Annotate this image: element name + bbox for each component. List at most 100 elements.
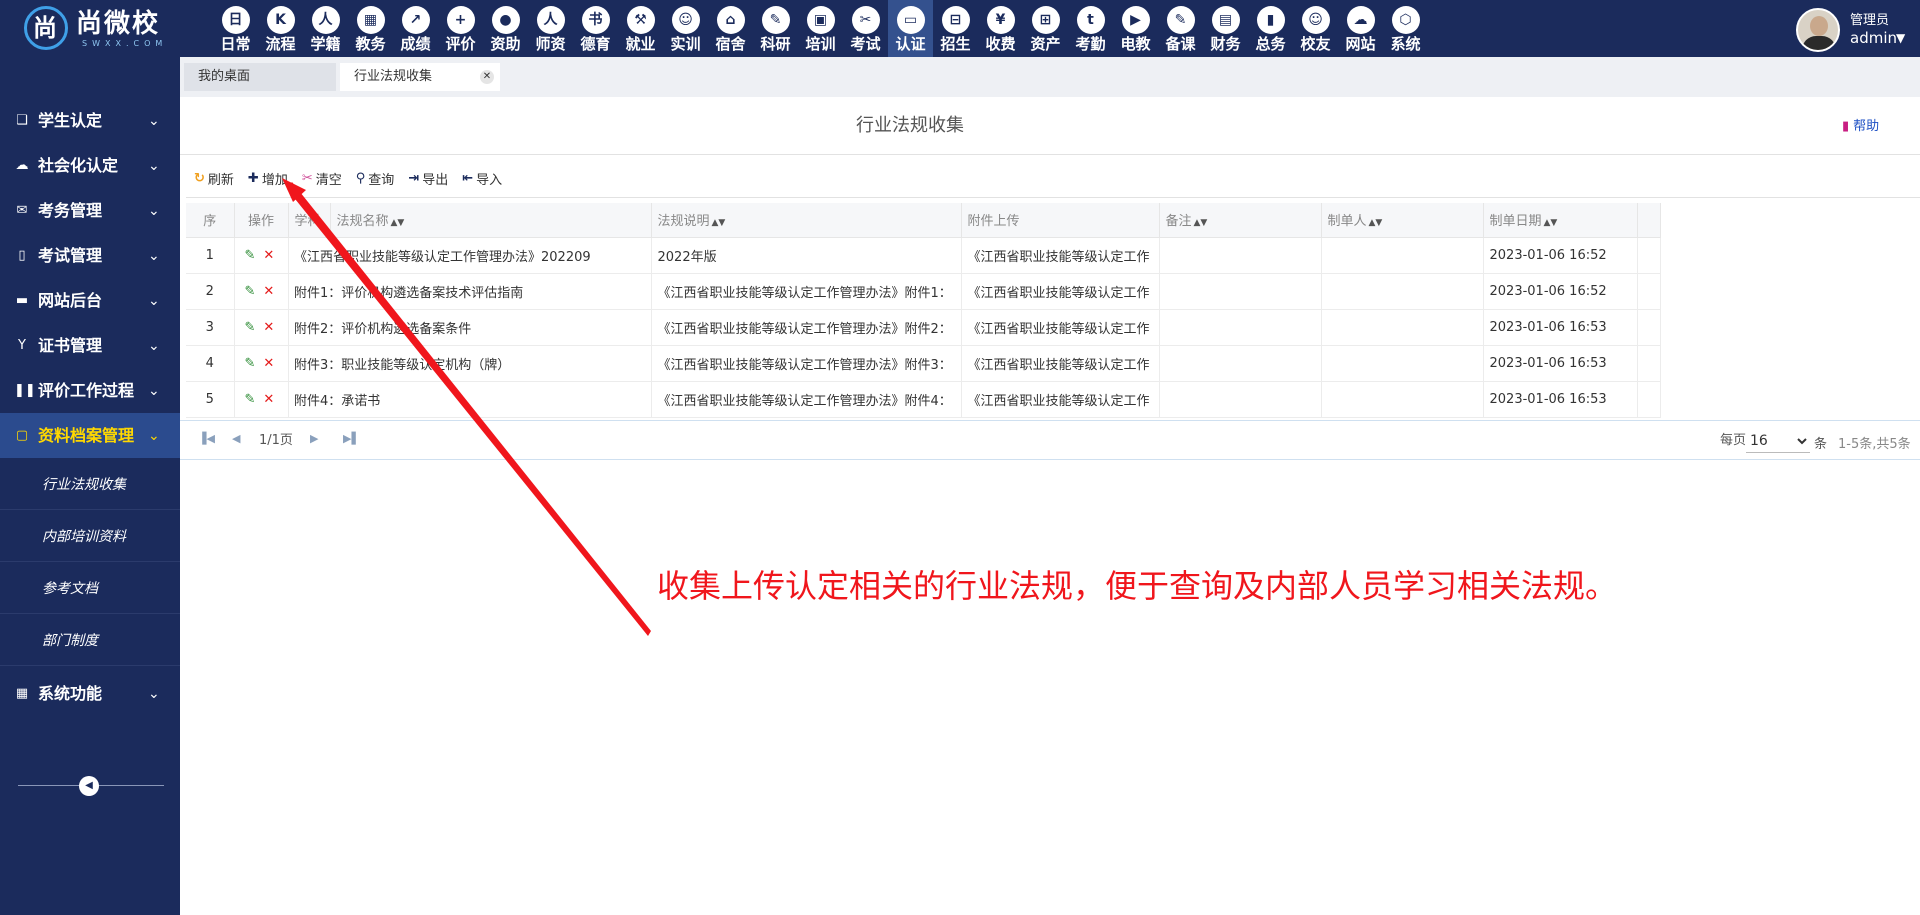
export-button[interactable]: ⇥ 导出: [408, 169, 448, 188]
tab-desktop[interactable]: 我的桌面: [184, 63, 336, 91]
avatar[interactable]: [1796, 8, 1840, 52]
caret-down-icon[interactable]: ▼: [1896, 29, 1905, 47]
column-header-desc[interactable]: 法规说明 ▲▼: [651, 203, 962, 238]
add-button[interactable]: ✚ 增加: [248, 169, 288, 188]
module-icon: 书: [581, 6, 610, 34]
delete-icon[interactable]: ✕: [263, 320, 274, 335]
table-row[interactable]: 1 ✎ ✕ 《江西省职业技能等级认定工作管理办法》202209 2022年版 《江西省职业…: [186, 237, 1914, 274]
module-16[interactable]: ⊟ 招生: [933, 0, 978, 57]
edit-icon[interactable]: ✎: [245, 356, 256, 371]
sidebar-subitem-regulations[interactable]: 行业法规收集: [0, 458, 180, 510]
cell-remark: [1159, 273, 1322, 310]
sidebar-item-student-cert[interactable]: ❑ 学生认定 ⌄: [0, 98, 180, 143]
edit-icon[interactable]: ✎: [245, 248, 256, 263]
sidebar-subitem-reference[interactable]: 参考文档: [0, 562, 180, 614]
column-header-maker[interactable]: 制单人 ▲▼: [1321, 203, 1484, 238]
column-header-subject[interactable]: 学科: [288, 203, 331, 238]
sidebar-subitem-policies[interactable]: 部门制度: [0, 614, 180, 666]
table-row[interactable]: 5 ✎ ✕ 附件4：承诺书 《江西省职业技能等级认定工作管理办法》附件4： 《江西省职业技…: [186, 381, 1914, 418]
sidebar-item-exam-affairs[interactable]: ✉ 考务管理 ⌄: [0, 188, 180, 233]
next-page-icon[interactable]: ▶: [310, 432, 318, 445]
cell-spacer: [1637, 273, 1661, 310]
module-icon: t: [1076, 6, 1105, 34]
query-button[interactable]: ⚲ 查询: [356, 169, 395, 188]
module-20[interactable]: ▶ 电教: [1113, 0, 1158, 57]
import-button[interactable]: ⇤ 导入: [462, 169, 502, 188]
prev-page-icon[interactable]: ◀: [232, 432, 240, 445]
collapse-sidebar-icon[interactable]: ◀: [79, 776, 99, 796]
module-17[interactable]: ¥ 收费: [978, 0, 1023, 57]
sidebar-item-exam-management[interactable]: ▯ 考试管理 ⌄: [0, 233, 180, 278]
module-11[interactable]: ⌂ 宿舍: [708, 0, 753, 57]
table-row[interactable]: 2 ✎ ✕ 附件1：评价机构遴选备案技术评估指南 《江西省职业技能等级认定工作管理办法》…: [186, 273, 1914, 310]
delete-icon[interactable]: ✕: [263, 284, 274, 299]
module-26[interactable]: ⬡ 系统: [1383, 0, 1428, 57]
cell-date: 2023-01-06 16:53: [1483, 309, 1638, 346]
module-7[interactable]: 人师资: [528, 0, 573, 57]
module-14[interactable]: ✂ 考试: [843, 0, 888, 57]
table-row[interactable]: 3 ✎ ✕ 附件2：评价机构遴选备案条件 《江西省职业技能等级认定工作管理办法》附件2：…: [186, 309, 1914, 346]
cell-desc: 2022年版: [651, 237, 962, 274]
user-menu[interactable]: 管理员 admin ▼: [1796, 8, 1920, 52]
module-9[interactable]: ⚒ 就业: [618, 0, 663, 57]
regulations-table: 序 操作 学科 法规名称 ▲▼ 法规说明 ▲▼ 附件上传 备注 ▲▼ 制单人 ▲▼ 制单…: [186, 203, 1914, 418]
help-link[interactable]: ▮ 帮助: [1842, 119, 1879, 135]
module-1[interactable]: K 流程: [258, 0, 303, 57]
module-19[interactable]: t 考勤: [1068, 0, 1113, 57]
column-header-date[interactable]: 制单日期 ▲▼: [1483, 203, 1638, 238]
module-icon: ⌂: [716, 6, 745, 34]
module-21[interactable]: ✎ 备课: [1158, 0, 1203, 57]
module-15[interactable]: ▭ 认证: [888, 0, 933, 57]
cell-date: 2023-01-06 16:53: [1483, 381, 1638, 418]
edit-icon[interactable]: ✎: [245, 320, 256, 335]
cloud-icon: ☁: [15, 158, 29, 173]
first-page-icon[interactable]: ▐◀: [198, 432, 215, 445]
module-23[interactable]: ▮ 总务: [1248, 0, 1293, 57]
folder-icon: ▬: [15, 293, 29, 308]
module-12[interactable]: ✎ 科研: [753, 0, 798, 57]
per-page-select[interactable]: 16: [1746, 429, 1810, 453]
module-25[interactable]: ☁ 网站: [1338, 0, 1383, 57]
sidebar-item-archives[interactable]: ▢ 资料档案管理 ⌄: [0, 413, 180, 458]
cell-desc: 《江西省职业技能等级认定工作管理办法》附件2：: [651, 309, 962, 346]
tab-regulations[interactable]: 行业法规收集 ✕: [340, 63, 500, 91]
last-page-icon[interactable]: ▶▌: [343, 432, 360, 445]
module-13[interactable]: ▣ 培训: [798, 0, 843, 57]
module-2[interactable]: 人学籍: [303, 0, 348, 57]
delete-icon[interactable]: ✕: [263, 392, 274, 407]
module-4[interactable]: ↗ 成绩: [393, 0, 438, 57]
module-8[interactable]: 书德育: [573, 0, 618, 57]
edit-icon[interactable]: ✎: [245, 284, 256, 299]
module-18[interactable]: ⊞ 资产: [1023, 0, 1068, 57]
sidebar-item-evaluation-process[interactable]: ❚❚ 评价工作过程 ⌄: [0, 368, 180, 413]
module-0[interactable]: 日日常: [213, 0, 258, 57]
module-22[interactable]: ▤ 财务: [1203, 0, 1248, 57]
module-24[interactable]: ☺ 校友: [1293, 0, 1338, 57]
scissors-icon: ✂: [301, 171, 313, 186]
sidebar-subitem-training[interactable]: 内部培训资料: [0, 510, 180, 562]
brand-logo[interactable]: 尚 尚微校 SWXX.COM: [24, 6, 174, 52]
clear-button[interactable]: ✂ 清空: [302, 169, 342, 188]
module-6[interactable]: ● 资助: [483, 0, 528, 57]
table-row[interactable]: 4 ✎ ✕ 附件3：职业技能等级认定机构（牌） 《江西省职业技能等级认定工作管理办法》附…: [186, 345, 1914, 382]
sidebar: ❑ 学生认定 ⌄ ☁ 社会化认定 ⌄ ✉ 考务管理 ⌄ ▯ 考试管理 ⌄ ▬ 网…: [0, 57, 180, 915]
page-header: 行业法规收集 ▮ 帮助: [180, 97, 1920, 155]
sort-icon: ▲▼: [1193, 218, 1208, 229]
refresh-button[interactable]: ↻ 刷新: [194, 169, 234, 188]
column-header-remark[interactable]: 备注 ▲▼: [1159, 203, 1322, 238]
close-icon[interactable]: ✕: [480, 70, 494, 84]
column-header-name[interactable]: 法规名称 ▲▼: [330, 203, 652, 238]
module-5[interactable]: + 评价: [438, 0, 483, 57]
edit-icon[interactable]: ✎: [245, 392, 256, 407]
sidebar-item-system[interactable]: ▦ 系统功能 ⌄: [0, 671, 180, 716]
sidebar-item-social-cert[interactable]: ☁ 社会化认定 ⌄: [0, 143, 180, 188]
module-10[interactable]: ☺ 实训: [663, 0, 708, 57]
cell-maker: [1321, 309, 1484, 346]
delete-icon[interactable]: ✕: [263, 248, 274, 263]
sidebar-item-certificates[interactable]: Y 证书管理 ⌄: [0, 323, 180, 368]
module-icon: ▭: [896, 6, 925, 34]
module-3[interactable]: ▦ 教务: [348, 0, 393, 57]
sidebar-item-label: 系统功能: [38, 683, 103, 703]
delete-icon[interactable]: ✕: [263, 356, 274, 371]
sidebar-item-website-admin[interactable]: ▬ 网站后台 ⌄: [0, 278, 180, 323]
